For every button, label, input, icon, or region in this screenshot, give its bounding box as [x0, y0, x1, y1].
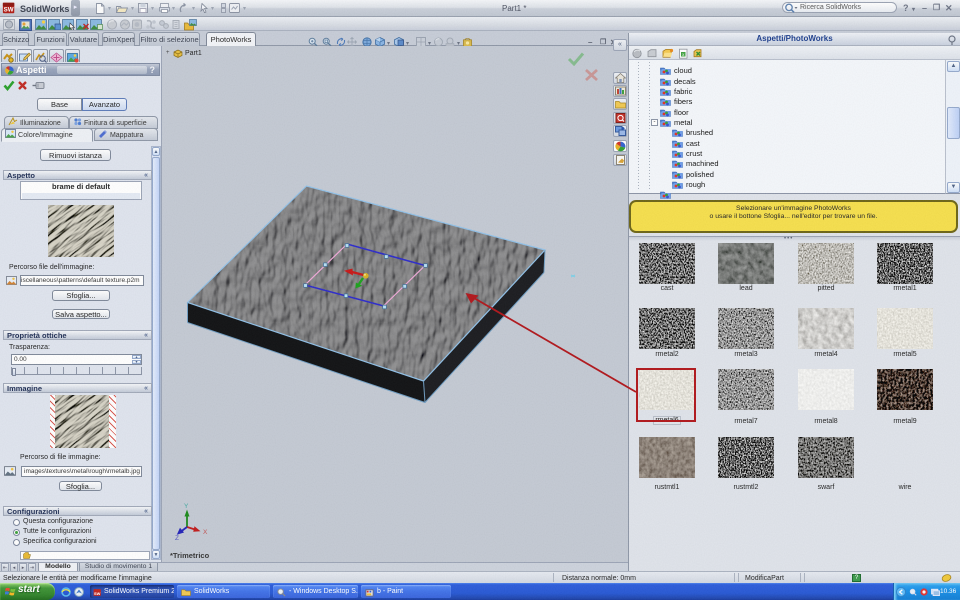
svg-text:X: X: [203, 529, 208, 536]
svg-text:SW: SW: [4, 7, 14, 14]
svg-text:Z: Z: [175, 535, 179, 542]
svg-text:SW: SW: [94, 590, 101, 595]
svg-text:Y: Y: [184, 503, 189, 510]
